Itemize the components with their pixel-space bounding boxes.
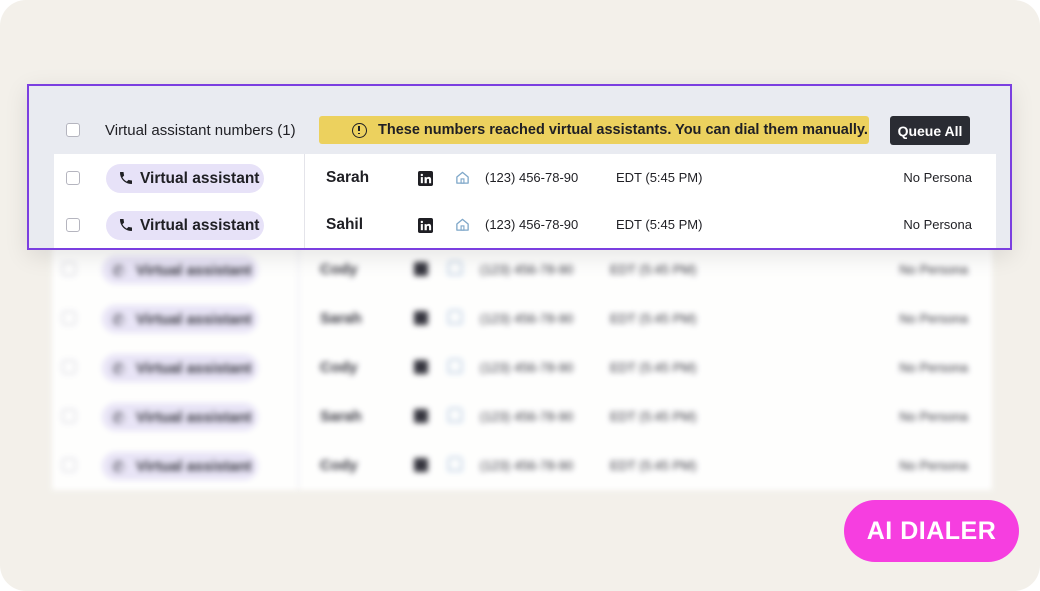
queue-all-button[interactable]: Queue All: [890, 116, 970, 145]
panel-rows: Virtual assistant Sarah (123) 456-78-90 …: [54, 154, 996, 248]
phone-icon: [120, 172, 132, 184]
persona: No Persona: [899, 458, 968, 473]
home-icon: [456, 171, 469, 184]
phone-icon: ✆: [112, 361, 125, 378]
contact-name: Sarah: [320, 310, 362, 327]
timezone: EDT (5:45 PM): [616, 170, 703, 185]
linkedin-icon[interactable]: [414, 458, 428, 472]
row-checkbox[interactable]: [66, 171, 80, 185]
phone-number[interactable]: (123) 456-78-90: [480, 458, 573, 473]
persona: No Persona: [903, 217, 972, 232]
phone-number[interactable]: (123) 456-78-90: [485, 170, 578, 185]
contact-name: Sahil: [326, 216, 364, 233]
contact-name: Cody: [320, 261, 358, 278]
column-divider: [298, 344, 299, 393]
panel-title: Virtual assistant numbers (1): [105, 122, 296, 139]
linkedin-icon[interactable]: [414, 409, 428, 423]
virtual-assistant-tag: ✆ Virtual assistant: [102, 354, 258, 382]
tag-label: Virtual assistant: [136, 409, 252, 426]
home-icon: [448, 310, 462, 324]
background-table: ✆ Virtual assistant Cody (123) 456-78-90 …: [52, 246, 992, 491]
virtual-assistant-panel: Virtual assistant numbers (1) These numb…: [27, 84, 1012, 250]
ai-dialer-badge: AI DIALER: [844, 500, 1019, 562]
contact-name: Sarah: [326, 169, 370, 186]
virtual-assistant-tag: ✆ Virtual assistant: [102, 305, 258, 333]
canvas: ✆ Virtual assistant Cody (123) 456-78-90 …: [0, 0, 1040, 591]
linkedin-icon[interactable]: [414, 262, 428, 276]
home-icon: [448, 408, 462, 422]
home-icon: [448, 359, 462, 373]
phone-icon: ✆: [112, 410, 125, 427]
warning-icon: [352, 123, 367, 138]
banner-text: These numbers reached virtual assistants…: [378, 122, 868, 138]
persona: No Persona: [899, 360, 968, 375]
phone-number[interactable]: (123) 456-78-90: [480, 262, 573, 277]
table-row: ✆ Virtual assistant Sarah (123) 456-78-90…: [52, 295, 992, 344]
timezone: EDT (5:45 PM): [610, 311, 697, 326]
column-divider: [298, 442, 299, 491]
column-divider: [304, 201, 305, 248]
row-checkbox[interactable]: [62, 409, 76, 423]
home-icon: [448, 261, 462, 275]
phone-icon: [120, 219, 132, 231]
virtual-assistant-tag: ✆ Virtual assistant: [102, 403, 258, 431]
tag-label: Virtual assistant: [140, 170, 260, 187]
row-checkbox[interactable]: [62, 262, 76, 276]
virtual-assistant-tag: Virtual assistant: [106, 164, 264, 193]
persona: No Persona: [903, 170, 972, 185]
select-all-checkbox[interactable]: [66, 123, 80, 137]
table-row: ✆ Virtual assistant Cody (123) 456-78-90 …: [52, 246, 992, 295]
tag-label: Virtual assistant: [136, 311, 252, 328]
column-divider: [298, 295, 299, 344]
panel-header: Virtual assistant numbers (1) These numb…: [29, 86, 1010, 154]
phone-icon: ✆: [112, 312, 125, 329]
linkedin-icon[interactable]: [414, 311, 428, 325]
home-icon: [448, 457, 462, 471]
contact-name: Cody: [320, 359, 358, 376]
phone-number[interactable]: (123) 456-78-90: [485, 217, 578, 232]
phone-icon: ✆: [112, 459, 125, 476]
linkedin-icon[interactable]: [418, 171, 433, 186]
table-row: ✆ Virtual assistant Sarah (123) 456-78-90…: [52, 393, 992, 442]
phone-number[interactable]: (123) 456-78-90: [480, 311, 573, 326]
persona: No Persona: [899, 409, 968, 424]
tag-label: Virtual assistant: [136, 360, 252, 377]
timezone: EDT (5:45 PM): [610, 458, 697, 473]
linkedin-icon[interactable]: [414, 360, 428, 374]
table-row: Virtual assistant Sarah (123) 456-78-90 …: [54, 154, 996, 201]
column-divider: [304, 154, 305, 201]
timezone: EDT (5:45 PM): [610, 360, 697, 375]
warning-banner: These numbers reached virtual assistants…: [319, 116, 869, 144]
contact-name: Cody: [320, 457, 358, 474]
virtual-assistant-tag: Virtual assistant: [106, 211, 264, 240]
tag-label: Virtual assistant: [140, 217, 260, 234]
row-checkbox[interactable]: [62, 311, 76, 325]
linkedin-icon[interactable]: [418, 218, 433, 233]
tag-label: Virtual assistant: [136, 262, 252, 279]
phone-icon: ✆: [112, 263, 125, 280]
row-checkbox[interactable]: [66, 218, 80, 232]
tag-label: Virtual assistant: [136, 458, 252, 475]
timezone: EDT (5:45 PM): [610, 409, 697, 424]
persona: No Persona: [899, 311, 968, 326]
timezone: EDT (5:45 PM): [610, 262, 697, 277]
phone-number[interactable]: (123) 456-78-90: [480, 360, 573, 375]
virtual-assistant-tag: ✆ Virtual assistant: [102, 256, 258, 284]
table-row: Virtual assistant Sahil (123) 456-78-90 …: [54, 201, 996, 248]
contact-name: Sarah: [320, 408, 362, 425]
virtual-assistant-tag: ✆ Virtual assistant: [102, 452, 258, 480]
table-row: ✆ Virtual assistant Cody (123) 456-78-90 …: [52, 442, 992, 491]
table-row: ✆ Virtual assistant Cody (123) 456-78-90 …: [52, 344, 992, 393]
phone-number[interactable]: (123) 456-78-90: [480, 409, 573, 424]
row-checkbox[interactable]: [62, 458, 76, 472]
home-icon: [456, 218, 469, 231]
column-divider: [298, 393, 299, 442]
column-divider: [298, 246, 299, 295]
timezone: EDT (5:45 PM): [616, 217, 703, 232]
persona: No Persona: [899, 262, 968, 277]
row-checkbox[interactable]: [62, 360, 76, 374]
